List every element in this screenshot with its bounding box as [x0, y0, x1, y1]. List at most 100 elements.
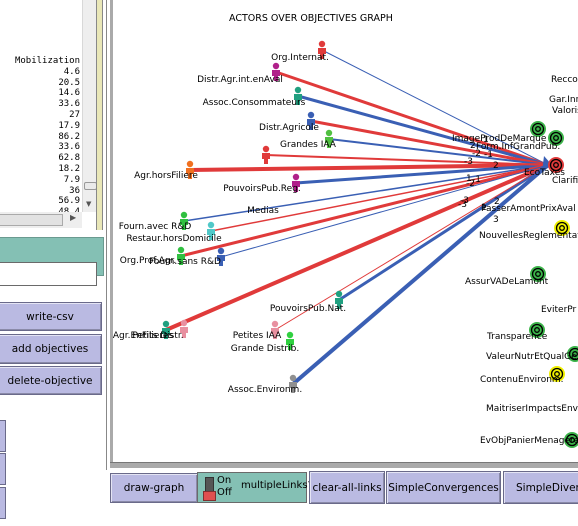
actor-label: Assoc.Consommateurs	[203, 98, 306, 108]
actor-label: Medias	[247, 206, 279, 216]
actor-person-icon[interactable]	[286, 331, 294, 339]
graph-view-border	[110, 462, 578, 468]
partial-button-2[interactable]	[0, 453, 6, 485]
output-value: 33.6	[58, 142, 80, 153]
actor-label: Assoc.Environm.	[228, 385, 302, 395]
write-csv-label: write-csv	[26, 310, 74, 323]
simple-divergences-label: SimpleDiverg	[516, 481, 578, 494]
output-text: Mobilization 4.6 20.5 14.6 33.6 27 17.9 86.2 33.…	[0, 56, 80, 218]
output-panel: Mobilization 4.6 20.5 14.6 33.6 27 17.9 86.2 33.…	[0, 0, 97, 228]
horizontal-scroll-thumb[interactable]	[0, 214, 63, 226]
actor-person-icon[interactable]	[307, 111, 315, 119]
partial-button-1[interactable]	[0, 420, 6, 452]
actor-label: PouvoirsPub.Reg.	[223, 184, 301, 194]
draw-graph-button[interactable]: draw-graph	[110, 473, 198, 503]
link-weight-label: -2	[466, 179, 475, 189]
objective-label: EvObjPanierMenagere	[480, 436, 578, 446]
actor-person-icon[interactable]	[207, 221, 215, 229]
actor-label: Petits Distr.	[132, 331, 183, 341]
objective-label: AssurVADeLamont	[465, 277, 549, 287]
add-objectives-button[interactable]: add objectives	[0, 334, 102, 364]
actor-person-icon[interactable]	[177, 246, 185, 254]
output-value: 14.6	[58, 88, 80, 99]
objective-label: PasserAmontPrixAval	[481, 204, 576, 214]
switch-off-label: Off	[217, 487, 232, 498]
objective-label: MaitriserImpactsEnvi	[486, 404, 578, 414]
actor-label: Grande Distrib.	[231, 344, 299, 354]
objective-label: Transparence	[486, 332, 548, 342]
output-value: 27	[69, 109, 80, 120]
output-value: 56.9	[58, 196, 80, 207]
graph-title: ACTORS OVER OBJECTIVES GRAPH	[229, 13, 393, 24]
actor-objective-link[interactable]	[297, 94, 549, 167]
graph-view[interactable]: ACTORS OVER OBJECTIVES GRAPH 1 2 -2 -1 -3 2 1-…	[110, 0, 578, 466]
objective-label: Clarifi	[552, 176, 578, 186]
actor-label: Org.Internat.	[271, 53, 329, 63]
objective-label: EviterPr	[541, 305, 577, 315]
scroll-down-arrow-icon[interactable]: ▼	[86, 200, 91, 208]
actor-person-icon[interactable]	[294, 86, 302, 94]
divider	[103, 0, 110, 526]
clear-all-links-label: clear-all-links	[312, 481, 382, 494]
output-value: 17.9	[58, 120, 80, 131]
output-value: 4.6	[63, 66, 80, 77]
output-value: 36	[69, 185, 80, 196]
actor-person-icon[interactable]	[262, 153, 270, 164]
link-weight-label: -3	[464, 157, 473, 167]
actor-person-icon[interactable]	[186, 160, 194, 168]
actor-label: Fourn.sans R&D	[149, 257, 221, 267]
actor-person-icon[interactable]	[162, 320, 170, 328]
actor-person-icon[interactable]	[292, 173, 300, 181]
actor-person-icon[interactable]	[325, 129, 333, 137]
output-value: 18.2	[58, 163, 80, 174]
actor-person-icon[interactable]	[180, 319, 188, 327]
actor-label: Agr.horsFiliere	[134, 171, 198, 181]
switch-label: multipleLinks?	[241, 480, 313, 491]
actor-person-icon[interactable]	[272, 62, 280, 70]
simple-convergences-label: SimpleConvergences	[388, 481, 499, 494]
multiple-links-switch[interactable]: On Off multipleLinks?	[197, 472, 313, 503]
link-weight-label: 2	[493, 161, 499, 171]
actor-person-icon[interactable]	[318, 40, 326, 48]
simple-convergences-button[interactable]: SimpleConvergences	[386, 471, 501, 504]
actor-label: Distr.Agricole	[259, 123, 319, 133]
simple-divergences-button[interactable]: SimpleDiverg	[503, 471, 578, 504]
input-widget	[0, 237, 104, 286]
switch-knob[interactable]	[203, 491, 216, 501]
graph-canvas: 12-2 -1-3 21 -1-2-3 123-3Org.Internat.Distr.…	[113, 40, 578, 448]
scroll-right-arrow-icon[interactable]: ▶	[70, 213, 76, 222]
draw-graph-label: draw-graph	[123, 482, 185, 494]
delete-objective-button[interactable]: delete-objective	[0, 366, 102, 395]
add-objectives-label: add objectives	[11, 343, 89, 355]
actor-person-icon[interactable]	[289, 374, 297, 382]
actor-label: Distr.Agr.int.enAval	[197, 75, 283, 85]
output-header: Mobilization	[14, 56, 80, 66]
actor-person-icon[interactable]	[271, 320, 279, 328]
objective-label: Recco	[551, 75, 578, 85]
actor-label: Petites IAA	[233, 331, 282, 341]
write-csv-button[interactable]: write-csv	[0, 302, 102, 331]
objective-label: ContenuEnvironm.	[480, 375, 564, 385]
output-value: 20.5	[58, 77, 80, 88]
objective-label: Form.InfGrandPub.	[476, 142, 560, 152]
actor-person-icon[interactable]	[335, 290, 343, 298]
objective-label: Gar.Inn	[549, 95, 578, 105]
actor-label: Restaur.horsDomicile	[126, 234, 222, 244]
partial-button-3[interactable]	[0, 487, 6, 519]
text-input[interactable]	[0, 262, 97, 286]
link-weight-label: -3	[460, 196, 469, 206]
output-value: 7.9	[63, 174, 80, 185]
vertical-scrollbar[interactable]: ▼	[82, 0, 97, 212]
output-value: 62.8	[58, 153, 80, 164]
clear-all-links-button[interactable]: clear-all-links	[309, 471, 385, 504]
horizontal-scrollbar[interactable]: ▶	[0, 212, 82, 228]
actor-person-icon[interactable]	[180, 211, 188, 219]
actor-person-icon[interactable]	[217, 247, 225, 255]
actor-person-icon[interactable]	[262, 145, 270, 153]
objective-label: ValeurNutrEtQualGe	[486, 352, 577, 362]
actor-label: PouvoirsPub.Nat.	[270, 304, 346, 314]
panel-border	[96, 0, 103, 230]
link-weight-label: 3	[493, 215, 499, 225]
delete-objective-label: delete-objective	[7, 374, 93, 387]
actor-label: Grandes IAA	[280, 140, 337, 150]
